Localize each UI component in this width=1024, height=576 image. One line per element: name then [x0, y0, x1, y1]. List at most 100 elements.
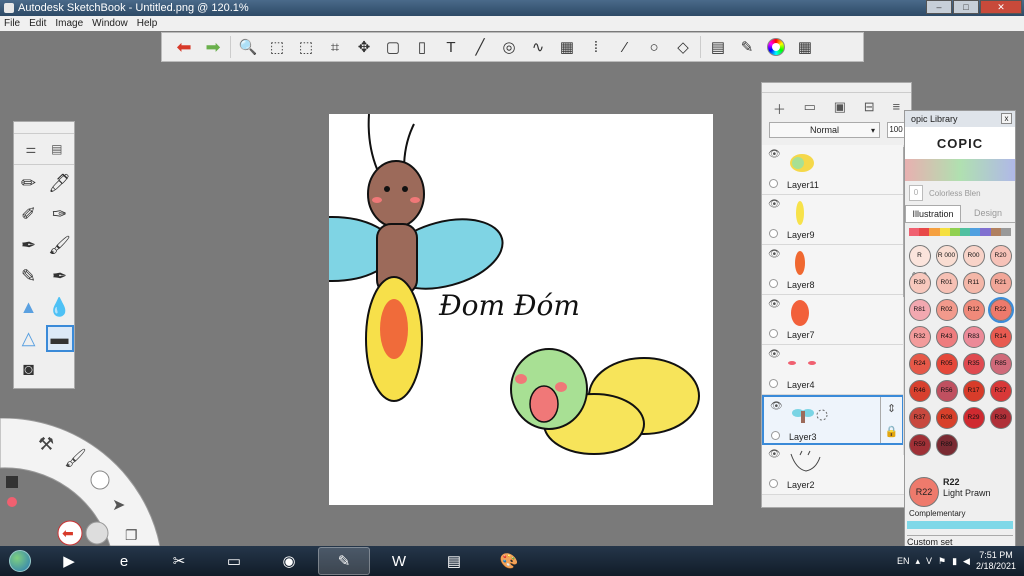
chrome-icon[interactable]: ◉ [263, 547, 315, 575]
layer-select-radio[interactable] [769, 379, 778, 388]
menu-edit[interactable]: Edit [29, 18, 46, 29]
menu-file[interactable]: File [4, 18, 20, 29]
copic-color-chip[interactable]: R12 [962, 299, 985, 321]
color-family-bar[interactable] [909, 228, 1012, 236]
marker-brush-icon[interactable]: ✐ [15, 201, 43, 228]
lagoon-color-dot[interactable] [7, 497, 17, 507]
color-wheel-icon[interactable] [764, 35, 788, 59]
tab-illustration[interactable]: Illustration [905, 205, 961, 222]
layer-menu-icon[interactable]: ≡ [892, 99, 900, 118]
copic-color-chip[interactable]: R11 [962, 272, 985, 294]
add-layer-icon[interactable]: ＋ [773, 99, 786, 118]
visibility-eye-icon[interactable]: 👁 [768, 149, 781, 160]
drawing-canvas[interactable]: Đom Đóm [269, 113, 713, 505]
clock[interactable]: 7:51 PM 2/18/2021 [976, 550, 1016, 572]
menu-image[interactable]: Image [55, 18, 83, 29]
visibility-eye-icon[interactable]: 👁 [768, 249, 781, 260]
ink-pen-icon[interactable]: ✒ [15, 232, 43, 259]
layer-select-radio[interactable] [769, 329, 778, 338]
copic-color-gradient[interactable] [905, 159, 1015, 181]
brush-library-icon[interactable]: ✎ [735, 35, 759, 59]
layer-select-radio[interactable] [769, 479, 778, 488]
add-image-icon[interactable]: ▣ [834, 99, 846, 118]
eraser-icon[interactable]: ▬ [45, 325, 74, 352]
copic-color-chip[interactable]: R89 [935, 434, 958, 456]
copic-library-icon[interactable]: ▤ [706, 35, 730, 59]
copic-color-chip[interactable]: R00 [962, 245, 985, 267]
fill-icon[interactable]: ▯ [410, 35, 434, 59]
copic-color-chip[interactable]: R29 [962, 407, 985, 429]
smudge-icon[interactable]: ▲ [15, 294, 43, 321]
crop-select-icon[interactable]: ⬚ [294, 35, 318, 59]
line-icon[interactable]: ⁄ [613, 35, 637, 59]
visibility-eye-icon[interactable]: 👁 [770, 401, 783, 412]
brush-properties-icon[interactable]: ⚌ [25, 142, 36, 156]
menu-help[interactable]: Help [137, 18, 158, 29]
winrar-icon[interactable]: ▤ [428, 547, 480, 575]
copic-color-chip[interactable]: R14 [989, 326, 1012, 348]
layer-select-radio[interactable] [769, 279, 778, 288]
blend-mode-select[interactable]: Normal [769, 122, 880, 138]
ballpoint-brush-icon[interactable]: 🖊 [46, 170, 74, 197]
blur-icon[interactable]: 💧 [46, 294, 74, 321]
complementary-swatch[interactable] [907, 521, 1013, 529]
word-icon[interactable]: W [373, 547, 425, 575]
copic-color-chip[interactable]: R22 [987, 297, 1014, 323]
copic-color-chip[interactable]: R21 [989, 272, 1012, 294]
chisel-marker-icon[interactable]: ✑ [46, 201, 74, 228]
shapes-icon[interactable]: ◇ [671, 35, 695, 59]
undo-icon[interactable]: ⬅ [172, 35, 196, 59]
lagoon-copy-icon[interactable]: ❐ [125, 527, 138, 543]
internet-explorer-icon[interactable]: e [98, 547, 150, 575]
layer-select-radio[interactable] [769, 229, 778, 238]
copic-color-chip[interactable]: R20 [989, 245, 1012, 267]
opacity-field[interactable]: 100 [887, 122, 905, 138]
copic-color-chip[interactable]: R56 [935, 380, 958, 402]
fine-liner-icon[interactable]: ✎ [15, 263, 43, 290]
hard-eraser-icon[interactable]: ◙ [15, 356, 43, 383]
minimize-button[interactable]: – [926, 0, 952, 14]
ellipse-guide-icon[interactable]: ◎ [497, 35, 521, 59]
copic-color-chip[interactable]: R08 [935, 407, 958, 429]
menu-window[interactable]: Window [92, 18, 128, 29]
volume-icon[interactable]: ◀ [963, 556, 970, 567]
lagoon-tool-icon[interactable]: ⚒ [38, 434, 54, 454]
pencil-brush-icon[interactable]: ✏ [15, 170, 43, 197]
tab-design[interactable]: Design [961, 205, 1015, 222]
select-icon[interactable]: ⬚ [265, 35, 289, 59]
airbrush-icon[interactable]: 🖌 [46, 232, 74, 259]
copic-color-chip[interactable]: R01 [935, 272, 958, 294]
copic-close-button[interactable]: x [1001, 113, 1012, 124]
layer-row-selected[interactable]: 👁 Layer3 ⇕ 🔒 [762, 395, 904, 445]
french-curve-icon[interactable]: ∿ [526, 35, 550, 59]
copic-color-chip[interactable]: R46 [908, 380, 931, 402]
layer-reorder-icon[interactable]: ⇕ [887, 402, 896, 415]
copic-color-chip[interactable]: R27 [989, 380, 1012, 402]
layer-lock-icon[interactable]: 🔒 [885, 425, 899, 438]
copic-color-chip[interactable]: R 000 [935, 245, 958, 267]
copic-color-chip[interactable]: R24 [908, 353, 931, 375]
media-player-icon[interactable]: ▶ [43, 547, 95, 575]
copic-color-chip[interactable]: R85 [989, 353, 1012, 375]
start-button[interactable] [0, 546, 40, 576]
language-indicator[interactable]: EN [897, 556, 910, 566]
copic-color-chip[interactable]: R59 [908, 434, 931, 456]
snipping-tool-icon[interactable]: ✂ [153, 547, 205, 575]
vietkey-icon[interactable]: V [926, 556, 932, 566]
brush-library-icon[interactable]: ▤ [51, 142, 62, 156]
lagoon-eraser-icon[interactable] [6, 476, 18, 488]
blender-chip[interactable]: 0 [909, 185, 923, 201]
copic-color-chip[interactable]: R30 [908, 272, 931, 294]
copic-color-chip[interactable]: R39 [989, 407, 1012, 429]
visibility-eye-icon[interactable]: 👁 [768, 349, 781, 360]
lasso-icon[interactable]: ✥ [352, 35, 376, 59]
text-icon[interactable]: T [439, 35, 463, 59]
lagoon-select-icon[interactable]: ➤ [112, 497, 125, 514]
visibility-eye-icon[interactable]: 👁 [768, 199, 781, 210]
copic-color-chip[interactable]: R81 [908, 299, 931, 321]
circle-icon[interactable]: ○ [642, 35, 666, 59]
file-explorer-icon[interactable]: ▭ [208, 547, 260, 575]
maximize-button[interactable]: □ [953, 0, 979, 14]
ruler-icon[interactable]: ╱ [468, 35, 492, 59]
palette-icon[interactable]: ▦ [793, 35, 817, 59]
